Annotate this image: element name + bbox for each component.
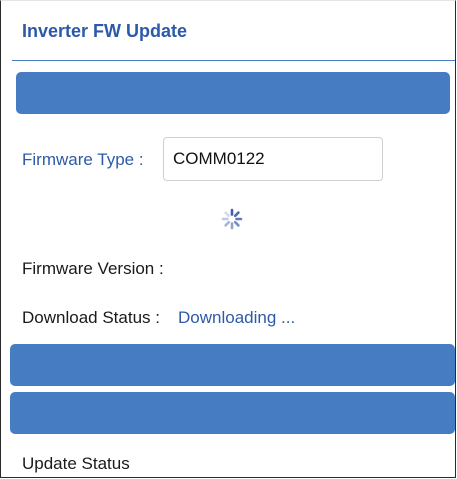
firmware-type-field[interactable]	[163, 137, 383, 181]
title-divider	[12, 60, 455, 61]
action-button-lower[interactable]	[10, 392, 455, 434]
page-title: Inverter FW Update	[22, 21, 188, 41]
action-button-top[interactable]	[16, 72, 450, 114]
action-button-middle[interactable]	[10, 344, 455, 386]
firmware-version-label: Firmware Version :	[22, 259, 164, 278]
firmware-type-label: Firmware Type :	[22, 150, 144, 169]
download-status-value: Downloading ...	[178, 308, 296, 327]
update-status-label: Update Status	[22, 454, 130, 473]
loading-spinner-icon	[221, 208, 243, 230]
download-status-label: Download Status :	[22, 308, 160, 327]
